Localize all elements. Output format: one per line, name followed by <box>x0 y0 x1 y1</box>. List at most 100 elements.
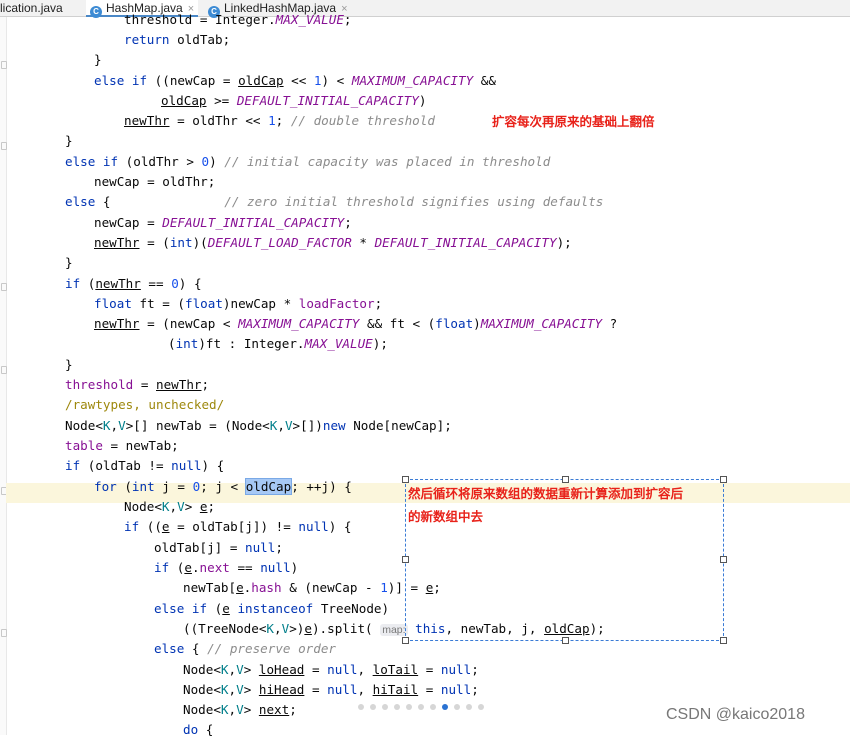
code-token: int <box>175 336 199 351</box>
code-token: Node< <box>183 702 221 717</box>
code-line[interactable]: newThr = (newCap < MAXIMUM_CAPACITY && f… <box>94 314 617 334</box>
code-line[interactable]: oldTab[j] = null; <box>154 538 283 558</box>
code-line[interactable]: Node<K,V> hiHead = null, hiTail = null; <box>183 680 479 700</box>
code-line[interactable]: newCap = DEFAULT_INITIAL_CAPACITY; <box>94 213 352 233</box>
code-token: , <box>357 682 373 697</box>
code-token: Node< <box>183 682 221 697</box>
code-line[interactable]: } <box>65 131 73 151</box>
code-line[interactable]: return oldTab; <box>124 30 230 50</box>
tab-lication-java[interactable]: lication.java <box>0 0 78 16</box>
code-line[interactable]: Node<K,V>[] newTab = (Node<K,V>[])new No… <box>65 416 452 436</box>
java-class-icon: C <box>90 6 102 18</box>
code-token: } <box>65 133 73 148</box>
code-token: , <box>357 662 373 677</box>
code-line[interactable]: if ((e = oldTab[j]) != null) { <box>124 517 352 537</box>
code-token: ).split( <box>311 621 381 636</box>
code-line[interactable]: else { // preserve order <box>154 639 336 659</box>
code-token: ) <box>473 316 481 331</box>
code-token: Node< <box>183 662 221 677</box>
resize-handle[interactable] <box>562 637 569 644</box>
code-token: ; <box>471 662 479 677</box>
code-line[interactable]: threshold = newThr; <box>65 375 209 395</box>
code-token: K <box>220 662 229 677</box>
code-line[interactable]: else if ((newCap = oldCap << 1) < MAXIMU… <box>94 71 496 91</box>
code-line[interactable]: if (oldTab != null) { <box>65 456 224 476</box>
code-token: next <box>258 702 290 717</box>
resize-handle[interactable] <box>720 476 727 483</box>
fold-marker-icon[interactable] <box>1 629 7 637</box>
resize-handle[interactable] <box>402 556 409 563</box>
page-dot[interactable] <box>454 704 460 710</box>
code-line[interactable]: else if (oldThr > 0) // initial capacity… <box>65 152 550 172</box>
fold-marker-icon[interactable] <box>1 142 7 150</box>
code-token: DEFAULT_INITIAL_CAPACITY <box>162 215 345 230</box>
code-line[interactable]: newCap = oldThr; <box>94 172 215 192</box>
code-line[interactable]: newThr = oldThr << 1; // double threshol… <box>124 111 435 131</box>
code-line[interactable]: float ft = (float)newCap * loadFactor; <box>94 294 382 314</box>
code-line[interactable]: for (int j = 0; j < oldCap; ++j) { <box>94 477 352 497</box>
code-token: table <box>65 438 103 453</box>
page-dot[interactable] <box>442 704 448 710</box>
code-token: ) <box>290 560 299 575</box>
code-token: oldTab[j] = <box>154 540 245 555</box>
code-line[interactable]: /rawtypes, unchecked/ <box>65 395 224 415</box>
code-line[interactable]: Node<K,V> next; <box>183 700 297 720</box>
page-dot[interactable] <box>466 704 472 710</box>
resize-handle[interactable] <box>402 476 409 483</box>
code-line[interactable]: Node<K,V> e; <box>124 497 215 517</box>
code-token: else if <box>94 73 148 88</box>
resize-handle[interactable] <box>720 556 727 563</box>
code-line[interactable]: } <box>65 253 73 273</box>
fold-marker-icon[interactable] <box>1 283 7 291</box>
code-token: loHead <box>258 662 305 677</box>
code-line[interactable]: newTab[e.hash & (newCap - 1)] = e; <box>183 578 441 598</box>
page-dot[interactable] <box>430 704 436 710</box>
code-token: ) <box>418 93 427 108</box>
code-token: int <box>131 479 155 494</box>
code-line[interactable]: oldCap >= DEFAULT_INITIAL_CAPACITY) <box>161 91 426 111</box>
code-token: = <box>418 682 441 697</box>
code-token: ( <box>168 336 176 351</box>
code-token: ; ++j) { <box>291 479 352 494</box>
code-line[interactable]: else if (e instanceof TreeNode) <box>154 599 389 619</box>
page-dot[interactable] <box>394 704 400 710</box>
code-line[interactable]: threshold = Integer.MAX_VALUE; <box>124 10 352 30</box>
page-dot[interactable] <box>382 704 388 710</box>
resize-handle[interactable] <box>562 476 569 483</box>
code-line[interactable]: newThr = (int)(DEFAULT_LOAD_FACTOR * DEF… <box>94 233 572 253</box>
fold-marker-icon[interactable] <box>1 366 7 374</box>
code-line[interactable]: if (newThr == 0) { <box>65 274 202 294</box>
code-token: MAXIMUM_CAPACITY <box>480 316 603 331</box>
code-token: = (newCap < <box>139 316 239 331</box>
code-token: /rawtypes, unchecked/ <box>65 397 225 412</box>
resize-handle[interactable] <box>402 637 409 644</box>
code-token: )( <box>192 235 208 250</box>
code-line[interactable]: Node<K,V> loHead = null, loTail = null; <box>183 660 479 680</box>
code-token: DEFAULT_LOAD_FACTOR <box>207 235 352 250</box>
code-line[interactable]: } <box>65 355 73 375</box>
code-token: float <box>94 296 132 311</box>
code-token: MAXIMUM_CAPACITY <box>238 316 360 331</box>
code-line[interactable]: } <box>94 50 102 70</box>
page-dot[interactable] <box>370 704 376 710</box>
code-token: ); <box>556 235 572 250</box>
page-dot[interactable] <box>418 704 424 710</box>
code-token: = <box>418 662 441 677</box>
code-line[interactable]: do { <box>183 720 213 740</box>
fold-marker-icon[interactable] <box>1 61 7 69</box>
code-line[interactable]: (int)ft : Integer.MAX_VALUE); <box>168 334 388 354</box>
code-line[interactable]: table = newTab; <box>65 436 179 456</box>
code-line[interactable]: else { // zero initial threshold signifi… <box>65 192 603 212</box>
code-token: ; <box>343 12 352 27</box>
code-token: 0 <box>201 154 210 169</box>
code-token: ; <box>471 682 479 697</box>
code-token: hiTail <box>372 682 419 697</box>
resize-handle[interactable] <box>720 637 727 644</box>
page-dot[interactable] <box>406 704 412 710</box>
page-dot[interactable] <box>358 704 364 710</box>
page-dot[interactable] <box>478 704 484 710</box>
code-token: null <box>260 560 291 575</box>
code-line[interactable]: if (e.next == null) <box>154 558 298 578</box>
code-token: newThr <box>94 235 140 250</box>
code-token: Node< <box>65 418 103 433</box>
